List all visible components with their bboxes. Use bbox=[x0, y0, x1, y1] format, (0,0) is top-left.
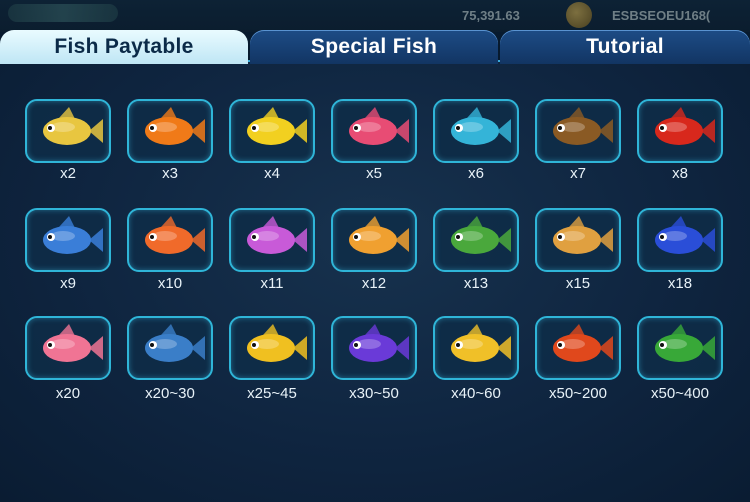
multiplier-label: x20~30 bbox=[145, 385, 195, 402]
swordfish-icon bbox=[43, 216, 103, 254]
decoration-bar bbox=[8, 4, 118, 22]
fish-tile-manta-ray bbox=[637, 208, 723, 272]
multiplier-label: x13 bbox=[463, 275, 489, 292]
multiplier-label: x40~60 bbox=[451, 385, 501, 402]
mandarin-fish-icon bbox=[451, 107, 511, 145]
fish-tile-shark bbox=[127, 316, 213, 380]
golden-dolphin-icon bbox=[451, 324, 511, 362]
flounder-icon bbox=[553, 107, 613, 145]
flying-fish-icon bbox=[43, 107, 103, 145]
angelfish-icon bbox=[247, 107, 307, 145]
multiplier-label: x15 bbox=[565, 275, 591, 292]
fish-tile-mandarin-fish bbox=[433, 99, 519, 163]
multiplier-label: x5 bbox=[366, 165, 382, 182]
tab-tutorial-label: Tutorial bbox=[586, 35, 664, 58]
pufferfish-icon bbox=[349, 107, 409, 145]
coin-icon bbox=[566, 2, 592, 28]
crab-icon bbox=[553, 324, 613, 362]
anglerfish-icon bbox=[349, 216, 409, 254]
octopus-icon bbox=[145, 216, 205, 254]
multiplier-label: x20 bbox=[55, 385, 81, 402]
shark-icon bbox=[145, 324, 205, 362]
purple-dragon-fish-icon bbox=[349, 324, 409, 362]
tab-special-fish[interactable]: Special Fish bbox=[250, 30, 498, 64]
multiplier-label: x50~200 bbox=[549, 385, 607, 402]
fish-tile-crab bbox=[535, 316, 621, 380]
multiplier-label: x50~400 bbox=[651, 385, 709, 402]
fish-tile-lobster bbox=[637, 99, 723, 163]
fish-tile-angelfish bbox=[229, 99, 315, 163]
top-bar: 75,391.63 ESBSEOEU168( bbox=[0, 0, 750, 32]
user-id: ESBSEOEU168( bbox=[612, 8, 711, 23]
balance-value: 75,391.63 bbox=[462, 8, 520, 23]
fish-tile-flying-fish bbox=[25, 99, 111, 163]
sea-turtle-icon bbox=[451, 216, 511, 254]
multiplier-label: x10 bbox=[157, 275, 183, 292]
multiplier-label: x30~50 bbox=[349, 385, 399, 402]
multiplier-label: x3 bbox=[162, 165, 178, 182]
multiplier-label: x18 bbox=[667, 275, 693, 292]
multiplier-label: x6 bbox=[468, 165, 484, 182]
fish-tile-anglerfish bbox=[331, 208, 417, 272]
golden-shark-icon bbox=[247, 324, 307, 362]
multiplier-label: x4 bbox=[264, 165, 280, 182]
multiplier-label: x12 bbox=[361, 275, 387, 292]
fish-tile-jellyfish bbox=[229, 208, 315, 272]
multiplier-label: x11 bbox=[260, 275, 284, 292]
pink-pufferfish-icon bbox=[43, 324, 103, 362]
sawfish-icon bbox=[553, 216, 613, 254]
fish-tile-purple-dragon-fish bbox=[331, 316, 417, 380]
golden-toad-icon bbox=[655, 324, 715, 362]
multiplier-label: x8 bbox=[672, 165, 688, 182]
fish-tile-clownfish bbox=[127, 99, 213, 163]
multiplier-label: x2 bbox=[60, 165, 76, 182]
multiplier-label: x25~45 bbox=[247, 385, 297, 402]
multiplier-label: x7 bbox=[570, 165, 586, 182]
fish-tile-pink-pufferfish bbox=[25, 316, 111, 380]
tab-fish-paytable-label: Fish Paytable bbox=[54, 35, 194, 58]
clownfish-icon bbox=[145, 107, 205, 145]
jellyfish-icon bbox=[247, 216, 307, 254]
manta-ray-icon bbox=[655, 216, 715, 254]
fish-tile-golden-dolphin bbox=[433, 316, 519, 380]
fish-tile-golden-shark bbox=[229, 316, 315, 380]
tab-special-fish-label: Special Fish bbox=[310, 35, 438, 58]
fish-tile-flounder bbox=[535, 99, 621, 163]
tab-fish-paytable[interactable]: Fish Paytable bbox=[0, 30, 248, 64]
multiplier-label: x9 bbox=[60, 275, 76, 292]
fish-tile-octopus bbox=[127, 208, 213, 272]
fish-tile-sea-turtle bbox=[433, 208, 519, 272]
fish-tile-golden-toad bbox=[637, 316, 723, 380]
fish-tile-sawfish bbox=[535, 208, 621, 272]
tab-tutorial[interactable]: Tutorial bbox=[500, 30, 750, 64]
fish-tile-swordfish bbox=[25, 208, 111, 272]
fish-tile-pufferfish bbox=[331, 99, 417, 163]
lobster-icon bbox=[655, 107, 715, 145]
